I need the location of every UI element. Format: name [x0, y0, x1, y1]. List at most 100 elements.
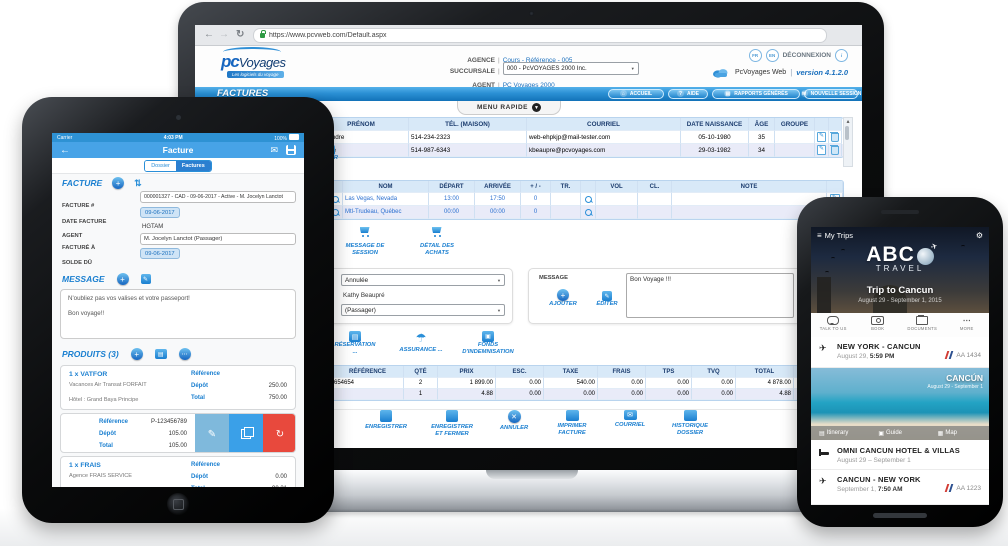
- browser-reload-icon[interactable]: ↻: [236, 25, 244, 45]
- cell: RÉFÉRENCE: [332, 366, 404, 378]
- cell: TAXE: [544, 366, 598, 378]
- add-icon[interactable]: +: [112, 177, 125, 189]
- search-icon[interactable]: [584, 208, 592, 216]
- facture-a-input[interactable]: M. Jocelyn Lanctot (Passager): [140, 233, 296, 245]
- back-icon[interactable]: ←: [60, 145, 70, 156]
- edit-icon[interactable]: ✎: [817, 145, 826, 155]
- facture-number-input[interactable]: 000001327 - CAD - 09-06-2017 - Active - …: [140, 191, 296, 203]
- scroll-thumb[interactable]: [845, 126, 849, 140]
- cell: [638, 206, 672, 219]
- flight-list-item[interactable]: ✈ CANCUN - NEW YORK September 1, 7:50 AM…: [811, 470, 989, 505]
- mail-icon[interactable]: ✉: [270, 145, 278, 156]
- hotel-list-item[interactable]: OMNI CANCUN HOTEL & VILLAS August 29 – S…: [811, 440, 989, 470]
- accueil-button[interactable]: ⌂ ACCUEIL: [608, 88, 664, 99]
- cell: 0.00: [544, 389, 598, 400]
- product-card-swiped[interactable]: Référence Dépôt Total P-123456789 105.00…: [60, 413, 296, 453]
- nouvelle-session-button[interactable]: ✉ NOUVELLE SESSION: [800, 88, 861, 99]
- menu-icon[interactable]: ≡: [817, 231, 822, 240]
- trash-icon[interactable]: [830, 131, 839, 142]
- edit-action-button[interactable]: ✎: [195, 414, 229, 452]
- ref-label: Référence: [191, 462, 221, 468]
- add-icon[interactable]: +: [130, 348, 143, 360]
- cancel-icon: ✕: [507, 410, 521, 423]
- depot-label: Dépôt: [191, 383, 208, 389]
- logout-button[interactable]: DÉCONNEXION: [783, 52, 831, 59]
- statut-select[interactable]: Annulée ▼: [341, 274, 505, 286]
- url-bar[interactable]: https://www.pcvweb.com/Default.aspx: [253, 28, 827, 43]
- cell: NOTE: [672, 181, 827, 193]
- message-de-session-button[interactable]: MESSAGE DE SESSION: [335, 225, 395, 257]
- ref-label: Référence: [99, 419, 129, 425]
- copy-action-button[interactable]: [229, 414, 263, 452]
- historique-dossier-button[interactable]: HISTORIQUE DOSSIER: [655, 410, 725, 437]
- tab-dossier[interactable]: Dossier: [145, 160, 176, 171]
- gear-icon[interactable]: ⚙: [976, 231, 983, 240]
- edit-icon[interactable]: ✎: [140, 274, 151, 284]
- message-textarea[interactable]: Bon Voyage !!!: [626, 273, 794, 318]
- more-button[interactable]: ⋯ MORE: [945, 313, 990, 337]
- lang-fr-button[interactable]: FR: [748, 49, 762, 62]
- page-title: Facture: [162, 145, 194, 155]
- flight-list-item[interactable]: ✈ NEW YORK - CANCUN August 29, 5:59 PM A…: [811, 337, 989, 368]
- people-icon[interactable]: ⋯: [178, 348, 191, 360]
- message-line: Bon voyage!!: [68, 310, 105, 317]
- hotel-dates: August 29 – September 1: [837, 457, 911, 464]
- assurance-button[interactable]: ☂ ASSURANCE ...: [391, 329, 451, 354]
- cell: 00:00: [475, 206, 521, 219]
- tab-factures[interactable]: Factures: [175, 160, 211, 171]
- solde-du-button[interactable]: 09-06-2017: [140, 248, 180, 259]
- lang-en-button[interactable]: EN: [765, 49, 779, 62]
- destination-card[interactable]: CANCÚN August 29 - September 1 ▤ Itinerar…: [811, 368, 989, 440]
- destination-name: CANCÚN: [946, 373, 983, 383]
- tablet-home-button[interactable]: [167, 493, 189, 515]
- scroll-up-icon[interactable]: ▼: [844, 118, 852, 124]
- product-card[interactable]: 1 x VATFOR Vacances Air Transat FORFAIT …: [60, 365, 296, 410]
- browser-chrome: ← → ↻ https://www.pcvweb.com/Default.asp…: [195, 25, 862, 46]
- total-value: 105.00: [168, 443, 187, 449]
- cell: [581, 181, 596, 193]
- browser-forward-icon[interactable]: →: [219, 25, 229, 45]
- cell: 0.00: [692, 378, 736, 389]
- cell: 0: [521, 206, 551, 219]
- refresh-action-button[interactable]: ↻: [263, 414, 295, 452]
- image-icon[interactable]: ▤: [154, 349, 167, 359]
- rapports-generes-button[interactable]: ▤ RAPPORTS GÉNÉRÉS: [712, 88, 800, 99]
- search-icon[interactable]: [584, 195, 592, 203]
- aide-button[interactable]: ? AIDE: [668, 88, 708, 99]
- enregistrer-button[interactable]: ENREGISTRER: [351, 410, 421, 431]
- map-button[interactable]: ▦ Map: [930, 430, 989, 437]
- book-button[interactable]: BOOK: [856, 313, 901, 337]
- total-label: Total: [191, 486, 205, 487]
- date-facture-button[interactable]: 09-06-2017: [140, 207, 180, 218]
- save-icon[interactable]: [286, 145, 296, 155]
- cell: FRAIS: [598, 366, 646, 378]
- laptop-notch: [485, 470, 578, 479]
- talk-to-us-button[interactable]: TALK TO US: [811, 313, 856, 337]
- cell: 34: [749, 144, 775, 157]
- fonds-indemnisation-button[interactable]: ▣ FONDS D'INDEMNISATION: [453, 331, 523, 356]
- table-scrollbar[interactable]: ▼: [843, 117, 853, 167]
- itinerary-button[interactable]: ▤ Itinerary: [811, 430, 870, 437]
- ajouter-button[interactable]: + AJOUTER: [543, 289, 583, 308]
- add-icon[interactable]: +: [116, 273, 129, 285]
- guide-button[interactable]: ▣ Guide: [870, 430, 929, 437]
- role-select[interactable]: (Passager) ▼: [341, 304, 505, 316]
- browser-back-icon[interactable]: ←: [204, 25, 214, 45]
- refresh-icon[interactable]: ⇅: [134, 178, 142, 189]
- documents-button[interactable]: DOCUMENTS: [900, 313, 945, 337]
- trash-icon[interactable]: [830, 144, 839, 155]
- enregistrer-fermer-button[interactable]: ENREGISTRER ET FERMER: [417, 410, 487, 438]
- session-controls: FR EN DÉCONNEXION i: [748, 49, 848, 62]
- message-textarea[interactable]: N'oubliez pas vos valises et votre passe…: [60, 289, 296, 339]
- ref-label: Référence: [191, 371, 221, 377]
- edit-icon[interactable]: ✎: [817, 132, 826, 142]
- ticket-icon: [871, 316, 885, 325]
- detail-des-achats-button[interactable]: DÉTAIL DES ACHATS: [407, 225, 467, 257]
- editer-button[interactable]: ✎ ÉDITER: [589, 291, 625, 308]
- info-button[interactable]: i: [835, 49, 848, 62]
- product-card[interactable]: 1 x FRAIS Agence FRAIS SERVICE Référence…: [60, 456, 296, 487]
- logo-swoosh: [223, 47, 281, 57]
- cell: 17:50: [475, 193, 521, 206]
- menu-rapide-button[interactable]: MENU RAPIDE ▼: [457, 101, 561, 115]
- depot-label: Dépôt: [191, 474, 208, 480]
